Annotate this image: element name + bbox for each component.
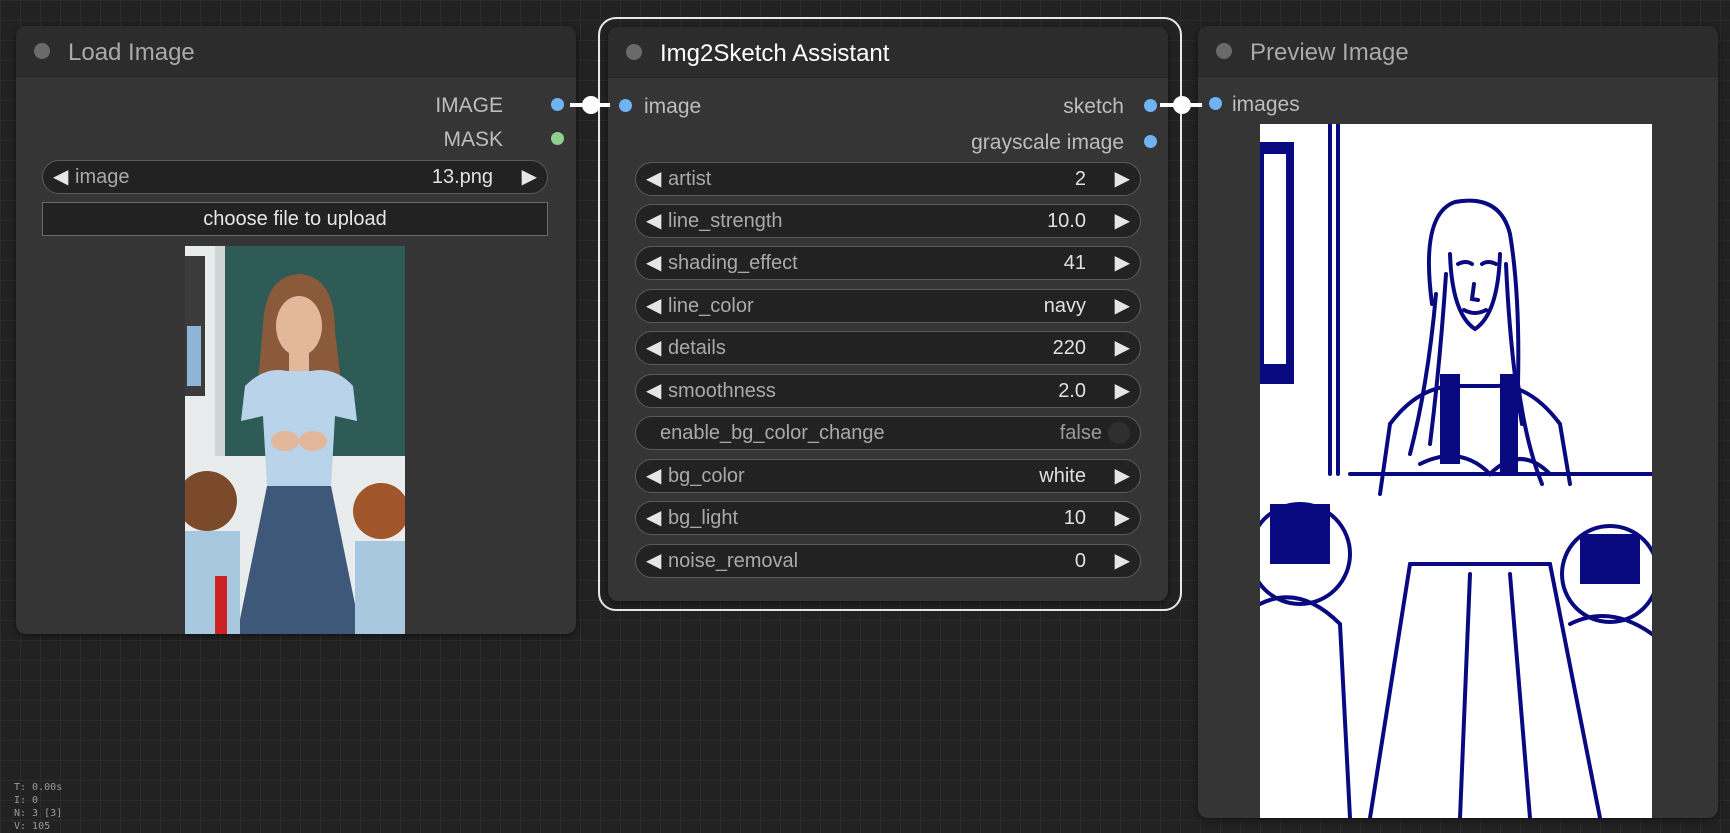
widget-value: navy: [1043, 295, 1086, 317]
output-label-mask: MASK: [443, 128, 503, 151]
widget-name: bg_color: [668, 465, 745, 487]
stat-nodes: N: 3 [3]: [14, 808, 63, 819]
collapse-dot-icon[interactable]: [34, 43, 50, 59]
widget-name: enable_bg_color_change: [660, 422, 885, 444]
output-label-image: IMAGE: [435, 94, 503, 117]
line-color-widget[interactable]: ◀ line_color navy ▶: [635, 289, 1141, 323]
input-label-images: images: [1232, 93, 1300, 116]
widget-name: bg_light: [668, 507, 739, 529]
widget-value: 13.png: [431, 166, 493, 188]
widget-value: 10.0: [1047, 210, 1086, 232]
output-slot-mask[interactable]: [551, 132, 564, 145]
widget-value: 41: [1063, 252, 1086, 274]
source-image-art: [185, 246, 405, 634]
decrement-arrow-icon[interactable]: ◀: [646, 209, 661, 233]
widget-name: artist: [668, 168, 712, 190]
decrement-arrow-icon[interactable]: ◀: [646, 379, 661, 403]
output-slot-sketch[interactable]: [1144, 99, 1157, 112]
stat-v: V: 105: [14, 821, 51, 832]
input-slot-images[interactable]: [1209, 97, 1222, 110]
node-title: Load Image: [68, 39, 195, 66]
artist-widget[interactable]: ◀ artist 2 ▶: [635, 162, 1141, 196]
increment-arrow-icon[interactable]: ▶: [1115, 379, 1130, 403]
shading-effect-widget[interactable]: ◀ shading_effect 41 ▶: [635, 246, 1141, 280]
increment-arrow-icon[interactable]: ▶: [522, 165, 537, 189]
increment-arrow-icon[interactable]: ▶: [1115, 167, 1130, 191]
widget-name: line_strength: [668, 210, 783, 232]
increment-arrow-icon[interactable]: ▶: [1115, 464, 1130, 488]
widget-value: 220: [1052, 337, 1086, 359]
sketch-preview-art: [1260, 124, 1652, 818]
img2sketch-header[interactable]: Img2Sketch Assistant: [608, 27, 1168, 78]
load-image-header[interactable]: Load Image: [16, 26, 576, 77]
preview-image-header[interactable]: Preview Image: [1198, 26, 1718, 77]
image-combo-widget[interactable]: ◀ image 13.png ▶: [42, 160, 548, 194]
output-label-sketch: sketch: [1063, 95, 1124, 118]
input-label-image: image: [644, 95, 702, 118]
bg-color-widget[interactable]: ◀ bg_color white ▶: [635, 459, 1141, 493]
widget-name: noise_removal: [668, 550, 799, 572]
widget-value: 2: [1074, 168, 1086, 190]
decrement-arrow-icon[interactable]: ◀: [646, 294, 661, 318]
decrement-arrow-icon[interactable]: ◀: [646, 167, 661, 191]
increment-arrow-icon[interactable]: ▶: [1115, 294, 1130, 318]
widget-value: white: [1039, 465, 1086, 487]
stat-time: T: 0.00s: [14, 782, 63, 793]
decrement-arrow-icon[interactable]: ◀: [53, 165, 68, 189]
widget-value: 2.0: [1058, 380, 1086, 402]
stat-i: I: 0: [14, 795, 39, 806]
output-slot-image[interactable]: [551, 98, 564, 111]
enable-bg-color-change-toggle[interactable]: enable_bg_color_change false: [635, 416, 1141, 450]
sketch-preview-image: [1260, 124, 1652, 818]
node-title: Preview Image: [1250, 39, 1409, 66]
img2sketch-node[interactable]: Img2Sketch Assistant image sketch graysc…: [608, 27, 1168, 601]
widget-name: shading_effect: [668, 252, 798, 274]
increment-arrow-icon[interactable]: ▶: [1115, 549, 1130, 573]
toggle-knob-icon[interactable]: [1108, 422, 1130, 444]
decrement-arrow-icon[interactable]: ◀: [646, 464, 661, 488]
widget-name: image: [75, 166, 130, 188]
details-widget[interactable]: ◀ details 220 ▶: [635, 331, 1141, 365]
upload-button[interactable]: choose file to upload: [42, 202, 548, 236]
widget-value: 0: [1074, 550, 1086, 572]
increment-arrow-icon[interactable]: ▶: [1115, 209, 1130, 233]
decrement-arrow-icon[interactable]: ◀: [646, 251, 661, 275]
widget-name: line_color: [668, 295, 754, 317]
increment-arrow-icon[interactable]: ▶: [1115, 251, 1130, 275]
decrement-arrow-icon[interactable]: ◀: [646, 336, 661, 360]
collapse-dot-icon[interactable]: [1216, 43, 1232, 59]
render-stats: T: 0.00s I: 0 N: 3 [3] V: 105: [14, 781, 62, 833]
toggle-value: false: [1059, 422, 1102, 444]
widget-name: details: [668, 337, 726, 359]
decrement-arrow-icon[interactable]: ◀: [646, 506, 661, 530]
noise-removal-widget[interactable]: ◀ noise_removal 0 ▶: [635, 544, 1141, 578]
increment-arrow-icon[interactable]: ▶: [1115, 336, 1130, 360]
load-image-node[interactable]: Load Image IMAGE MASK ◀ image 13.png ▶ c…: [16, 26, 576, 634]
preview-image-node[interactable]: Preview Image images: [1198, 26, 1718, 818]
output-label-grayscale: grayscale image: [971, 131, 1124, 154]
bg-light-widget[interactable]: ◀ bg_light 10 ▶: [635, 501, 1141, 535]
source-image-thumbnail: [185, 246, 405, 634]
output-slot-grayscale[interactable]: [1144, 135, 1157, 148]
node-title: Img2Sketch Assistant: [660, 40, 890, 67]
link-midpoint-handle[interactable]: [1173, 96, 1191, 114]
input-slot-image[interactable]: [619, 99, 632, 112]
link-midpoint-handle[interactable]: [582, 96, 600, 114]
widget-name: smoothness: [668, 380, 776, 402]
collapse-dot-icon[interactable]: [626, 44, 642, 60]
line-strength-widget[interactable]: ◀ line_strength 10.0 ▶: [635, 204, 1141, 238]
decrement-arrow-icon[interactable]: ◀: [646, 549, 661, 573]
widget-value: 10: [1063, 507, 1086, 529]
smoothness-widget[interactable]: ◀ smoothness 2.0 ▶: [635, 374, 1141, 408]
increment-arrow-icon[interactable]: ▶: [1115, 506, 1130, 530]
